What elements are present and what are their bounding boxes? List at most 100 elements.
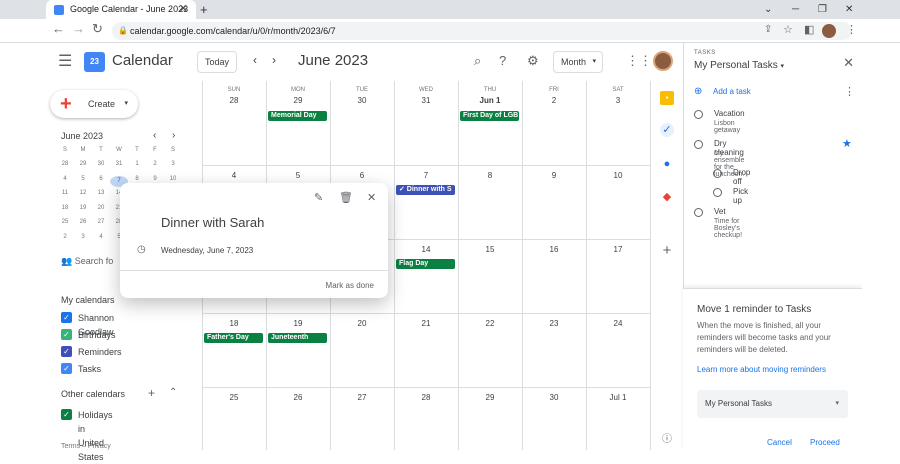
day-number[interactable]: 28	[394, 393, 458, 402]
share-icon[interactable]: ⇪	[764, 24, 772, 35]
url-field[interactable]: 🔒 calendar.google.com/calendar/u/0/r/mon…	[112, 22, 852, 40]
mini-day[interactable]: 4	[56, 176, 74, 182]
mini-day[interactable]: 1	[128, 161, 146, 167]
mini-day[interactable]: 26	[74, 219, 92, 225]
day-number[interactable]: 23	[522, 319, 586, 328]
maximize-icon[interactable]: ❐	[818, 0, 827, 19]
day-number[interactable]: 30	[522, 393, 586, 402]
mini-day[interactable]: 4	[92, 234, 110, 240]
minimize-icon[interactable]: ─	[792, 0, 799, 19]
event-chip[interactable]: Father's Day	[204, 333, 263, 343]
checkbox-icon[interactable]: ✓	[61, 329, 72, 340]
task-checkbox-icon[interactable]	[694, 110, 703, 119]
day-number[interactable]: 25	[202, 393, 266, 402]
day-number[interactable]: 30	[330, 96, 394, 105]
mini-day[interactable]: 30	[92, 161, 110, 167]
mini-day[interactable]: 28	[56, 161, 74, 167]
starred-icon[interactable]: ★	[842, 137, 852, 150]
day-number[interactable]: 9	[522, 171, 586, 180]
calendar-item[interactable]: ✓ Shannon Goodlaw	[61, 311, 114, 337]
avatar[interactable]	[653, 51, 673, 71]
contacts-icon[interactable]: ●	[660, 157, 674, 171]
close-icon[interactable]: ✕	[367, 191, 376, 204]
mini-day[interactable]: 6	[92, 176, 110, 182]
mini-day[interactable]: 11	[56, 190, 74, 196]
learn-more-link[interactable]: Learn more about moving reminders	[697, 365, 826, 374]
bookmark-star-icon[interactable]: ☆	[783, 23, 793, 36]
mini-day[interactable]: 3	[164, 161, 182, 167]
day-number[interactable]: 18	[202, 319, 266, 328]
day-number[interactable]: 29	[266, 96, 330, 105]
day-number[interactable]: 3	[586, 96, 650, 105]
event-chip[interactable]: Memorial Day	[268, 111, 327, 121]
profile-avatar[interactable]	[822, 24, 836, 38]
mini-day[interactable]: 19	[74, 205, 92, 211]
day-number[interactable]: 20	[330, 319, 394, 328]
day-number[interactable]: 16	[522, 245, 586, 254]
day-number[interactable]: 6	[330, 171, 394, 180]
task-checkbox-icon[interactable]	[713, 188, 722, 197]
mini-day[interactable]: 27	[92, 219, 110, 225]
today-button[interactable]: Today	[197, 51, 237, 73]
event-chip[interactable]: ✓ Dinner with S	[396, 185, 455, 195]
day-number[interactable]: 31	[394, 96, 458, 105]
mini-prev-icon[interactable]: ‹	[153, 130, 156, 141]
event-chip[interactable]: First Day of LGB	[460, 111, 519, 121]
mini-day[interactable]: 20	[92, 205, 110, 211]
day-number[interactable]: 15	[458, 245, 522, 254]
mini-day[interactable]: 25	[56, 219, 74, 225]
prev-month-icon[interactable]: ‹	[253, 53, 257, 67]
event-chip[interactable]: Juneteenth	[268, 333, 327, 343]
day-number[interactable]: 22	[458, 319, 522, 328]
calendar-item[interactable]: ✓ Tasks	[61, 362, 101, 376]
mini-day[interactable]: 12	[74, 190, 92, 196]
day-number[interactable]: 2	[522, 96, 586, 105]
day-number[interactable]: 7	[394, 171, 458, 180]
info-icon[interactable]: ⓘ	[660, 433, 674, 447]
mini-day[interactable]: 5	[74, 176, 92, 182]
close-panel-icon[interactable]: ✕	[843, 55, 854, 71]
mark-as-done-button[interactable]: Mark as done	[326, 281, 374, 290]
next-month-icon[interactable]: ›	[272, 53, 276, 67]
checkbox-icon[interactable]: ✓	[61, 363, 72, 374]
day-number[interactable]: Jun 1	[458, 96, 522, 105]
maps-icon[interactable]: ◆	[660, 190, 674, 204]
day-number[interactable]: 4	[202, 171, 266, 180]
sidepanel-icon[interactable]: ◧	[804, 23, 814, 36]
back-icon[interactable]: ←	[52, 21, 65, 36]
day-number[interactable]: 29	[458, 393, 522, 402]
day-number[interactable]: 10	[586, 171, 650, 180]
tab-search-icon[interactable]: ⌄	[764, 0, 772, 19]
forward-icon[interactable]: →	[72, 21, 85, 36]
day-number[interactable]: 26	[266, 393, 330, 402]
window-close-icon[interactable]: ✕	[845, 0, 853, 19]
add-calendar-icon[interactable]: +	[148, 386, 155, 400]
cancel-button[interactable]: Cancel	[767, 438, 792, 447]
day-number[interactable]: 21	[394, 319, 458, 328]
task-list-selector[interactable]: My Personal Tasks ▾	[694, 60, 784, 71]
mini-day[interactable]: 18	[56, 205, 74, 211]
view-selector[interactable]: Month ▾	[553, 51, 603, 73]
day-number[interactable]: 17	[586, 245, 650, 254]
day-number[interactable]: 24	[586, 319, 650, 328]
proceed-button[interactable]: Proceed	[810, 438, 840, 447]
help-icon[interactable]: ?	[499, 53, 506, 68]
task-name[interactable]: Drop off	[733, 168, 750, 186]
search-people[interactable]: 👥 Search fo	[61, 256, 113, 267]
keep-icon[interactable]: ▪	[660, 91, 674, 105]
settings-gear-icon[interactable]: ⚙	[527, 53, 539, 69]
day-number[interactable]: 14	[394, 245, 458, 254]
reload-icon[interactable]: ↻	[92, 21, 103, 37]
browser-tab[interactable]: Google Calendar - June 2023 ✕	[46, 0, 196, 19]
mini-day[interactable]: 2	[146, 161, 164, 167]
mini-day[interactable]: 3	[74, 234, 92, 240]
create-button[interactable]: + Create ▾	[50, 90, 138, 118]
task-checkbox-icon[interactable]	[713, 169, 722, 178]
day-number[interactable]: 27	[330, 393, 394, 402]
task-name[interactable]: Pick up	[733, 187, 748, 205]
task-list-dropdown[interactable]: My Personal Tasks ▾	[697, 390, 848, 418]
calendar-item[interactable]: ✓ Reminders	[61, 345, 122, 359]
mini-day[interactable]: 2	[56, 234, 74, 240]
main-menu-icon[interactable]: ☰	[58, 51, 72, 71]
tasks-icon[interactable]: ✓	[660, 123, 674, 137]
